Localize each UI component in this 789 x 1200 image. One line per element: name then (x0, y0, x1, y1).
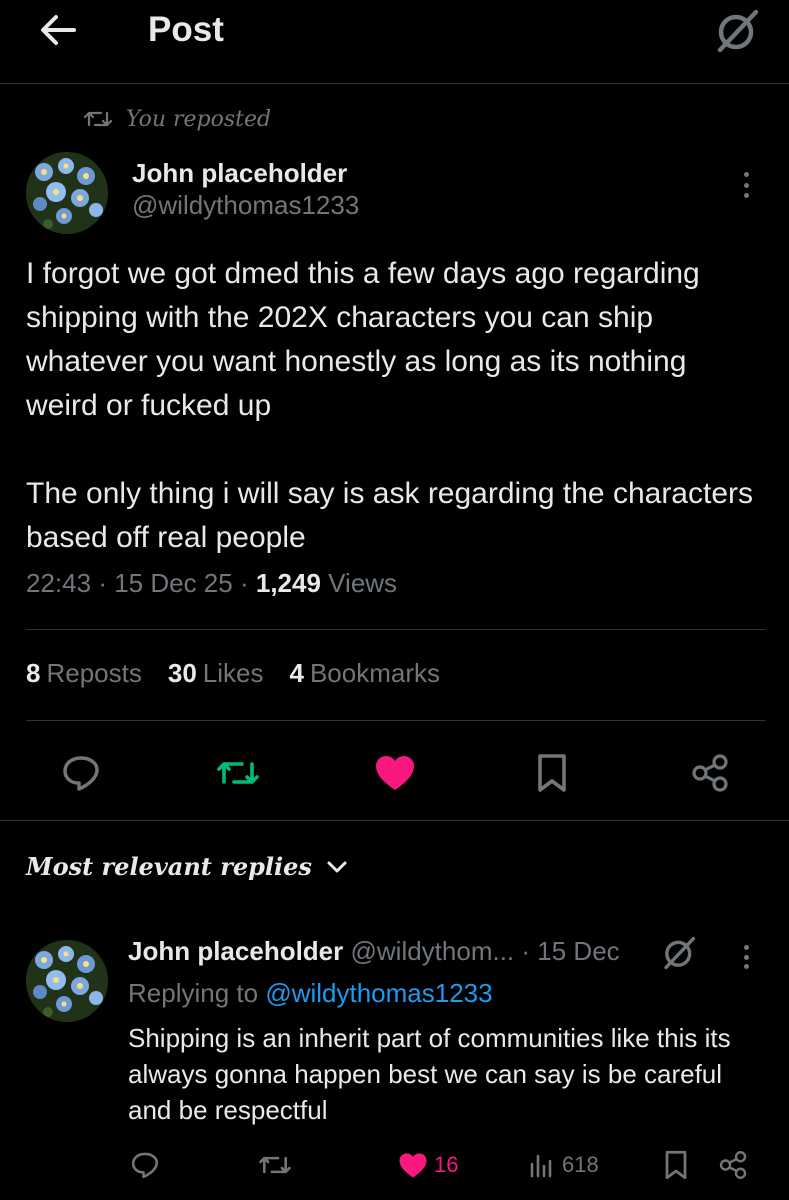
reply-button[interactable] (56, 748, 106, 798)
replies-sort-label: Most relevant replies (26, 852, 312, 881)
grok-icon (664, 936, 696, 970)
divider (26, 720, 765, 721)
reply-like-button[interactable]: 16 (398, 1146, 458, 1184)
views-label[interactable]: Views (328, 568, 397, 598)
reply-date: · 15 Dec (521, 936, 620, 966)
share-button[interactable] (686, 748, 734, 798)
bookmark-button[interactable] (528, 748, 576, 798)
divider (0, 820, 789, 821)
reply-avatar[interactable] (26, 940, 108, 1022)
reply-repost-button[interactable] (258, 1146, 292, 1184)
reply-views-count: 618 (562, 1152, 599, 1177)
post-date: 15 Dec 25 (114, 568, 233, 598)
reply-views-button[interactable]: 618 (528, 1146, 599, 1184)
avatar[interactable] (26, 152, 108, 234)
replies-sort-button[interactable]: Most relevant replies (26, 852, 348, 881)
page-title: Post (148, 10, 224, 49)
author-handle[interactable]: @wildythomas1233 (132, 190, 359, 221)
reply-author-name[interactable]: John placeholder (128, 936, 343, 966)
repost-button[interactable] (212, 748, 264, 798)
chevron-down-icon (327, 861, 347, 872)
top-bar: Post (0, 0, 789, 84)
post-paragraph: The only thing i will say is ask regardi… (26, 477, 754, 554)
like-button[interactable] (370, 748, 420, 798)
reply-author-handle[interactable]: @wildythom... (351, 936, 515, 966)
replying-handle-link[interactable]: @wildythomas1233 (265, 978, 492, 1008)
views-count: 1,249 (255, 568, 321, 598)
heart-icon (376, 756, 414, 790)
more-options-button[interactable] (734, 168, 758, 202)
share-icon (692, 754, 728, 792)
repost-context: You reposted (84, 104, 271, 134)
engagement-stats: 8 Reposts 30 Likes 4 Bookmarks (26, 658, 440, 689)
post-time: 22:43 (26, 568, 92, 598)
more-dots-icon (743, 945, 749, 950)
reposts-stat[interactable]: 8 Reposts (26, 658, 142, 689)
post-paragraph: I forgot we got dmed this a few days ago… (26, 257, 700, 422)
arrow-left-icon (41, 15, 76, 45)
grok-button[interactable] (712, 6, 762, 56)
reply-header: John placeholder @wildythom... · 15 Dec (128, 936, 620, 967)
post-body: I forgot we got dmed this a few days ago… (26, 252, 766, 560)
reply-body: Shipping is an inherit part of communiti… (128, 1023, 731, 1125)
reply-grok-button[interactable] (660, 934, 698, 972)
reply-icon (63, 756, 99, 791)
bookmarks-stat[interactable]: 4 Bookmarks (289, 658, 440, 689)
repost-label: You reposted (126, 106, 272, 132)
repost-icon (217, 762, 259, 784)
back-button[interactable] (34, 8, 82, 52)
replying-prefix: Replying to (128, 978, 259, 1008)
reply-like-count: 16 (434, 1152, 459, 1177)
bookmark-icon (665, 1150, 687, 1180)
heart-icon (399, 1152, 427, 1178)
divider (26, 629, 765, 630)
grok-icon (717, 9, 759, 53)
reply-bookmark-button[interactable] (664, 1146, 688, 1184)
reply-more-options-button[interactable] (736, 942, 756, 972)
more-dots-icon (743, 172, 749, 177)
likes-stat[interactable]: 30 Likes (168, 658, 264, 689)
author-name[interactable]: John placeholder (132, 158, 347, 189)
replying-to: Replying to @wildythomas1233 (128, 978, 493, 1009)
views-chart-icon (530, 1154, 552, 1178)
share-icon (719, 1151, 747, 1179)
reply-share-button[interactable] (718, 1146, 748, 1184)
repost-icon (84, 111, 112, 127)
repost-icon (259, 1156, 291, 1174)
post-meta: 22:43 · 15 Dec 25 · 1,249 Views (26, 568, 398, 598)
reply-icon (131, 1152, 159, 1179)
reply-reply-button[interactable] (130, 1146, 160, 1184)
bookmark-icon (538, 754, 566, 792)
